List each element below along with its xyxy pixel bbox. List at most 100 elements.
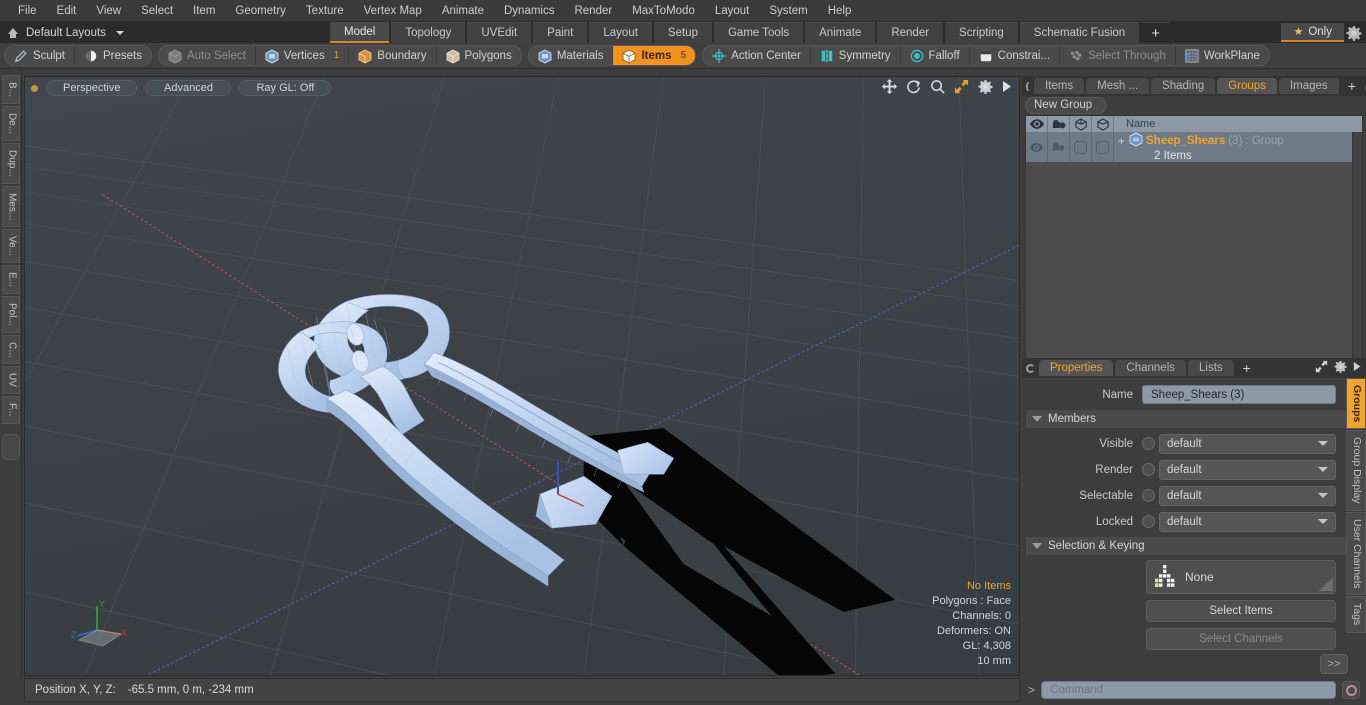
tab-images[interactable]: Images: [1278, 78, 1339, 94]
menu-item-view[interactable]: View: [86, 3, 131, 19]
layout-tab-scripting[interactable]: Scripting: [945, 22, 1018, 43]
tab-items[interactable]: Items: [1034, 78, 1085, 94]
left-tab-6[interactable]: Pol...: [1, 296, 20, 333]
left-tab-5[interactable]: E...: [1, 265, 20, 295]
chevron-down-icon[interactable]: [1032, 416, 1042, 422]
menu-item-select[interactable]: Select: [131, 3, 183, 19]
tab-mesh[interactable]: Mesh ...: [1086, 78, 1150, 94]
add-layout-tab-button[interactable]: +: [1141, 22, 1170, 43]
toolbar-button-sculpt[interactable]: Sculpt: [5, 46, 75, 65]
menu-item-layout[interactable]: Layout: [705, 3, 760, 19]
viewport-3d[interactable]: Perspective Advanced Ray GL: Off No Item…: [24, 76, 1020, 676]
name-field[interactable]: Sheep_Shears (3): [1142, 385, 1336, 404]
render-icon[interactable]: [1048, 116, 1070, 132]
layout-tab-render[interactable]: Render: [877, 22, 944, 43]
chevron-down-icon[interactable]: [1318, 519, 1328, 524]
member-toggle-render[interactable]: [1142, 463, 1155, 476]
left-tab-4[interactable]: Ve...: [1, 229, 20, 264]
toolbar-button-symmetry[interactable]: Symmetry: [811, 46, 901, 65]
chevron-down-icon[interactable]: [1318, 441, 1328, 446]
layout-tab-topology[interactable]: Topology: [391, 22, 466, 43]
new-group-button[interactable]: New Group: [1025, 97, 1108, 114]
arrow-right-icon[interactable]: [1353, 361, 1362, 375]
command-input[interactable]: [1041, 681, 1336, 699]
layout-tab-model[interactable]: Model: [330, 22, 390, 43]
gear-icon[interactable]: [1334, 360, 1347, 376]
menu-item-maxtomodo[interactable]: MaxToModo: [622, 3, 705, 19]
layout-selector[interactable]: Default Layouts: [0, 22, 330, 43]
chevron-down-icon[interactable]: [1032, 543, 1042, 549]
wire-icon[interactable]: [1070, 116, 1092, 132]
list-empty-area[interactable]: [1026, 162, 1352, 364]
left-tab-0[interactable]: B...: [1, 75, 20, 105]
left-tab-9[interactable]: F...: [1, 396, 20, 424]
left-tab-2[interactable]: Dup...: [1, 143, 20, 184]
menu-item-file[interactable]: File: [8, 3, 47, 19]
shade-icon[interactable]: [1092, 116, 1114, 132]
arrow-right-icon[interactable]: [1002, 80, 1013, 96]
row-render-toggle[interactable]: [1048, 132, 1070, 162]
left-strip-extra-button[interactable]: [1, 433, 20, 460]
viewport-projection-button[interactable]: Perspective: [46, 80, 138, 96]
add-properties-tab-button[interactable]: +: [1236, 360, 1258, 376]
viewport-shading-button[interactable]: Advanced: [145, 80, 232, 96]
expand-up-icon[interactable]: [6, 26, 20, 40]
member-toggle-selectable[interactable]: [1142, 489, 1155, 502]
side-tab-user-channels[interactable]: User Channels: [1346, 511, 1366, 596]
gear-icon[interactable]: [1346, 25, 1362, 41]
chevron-down-icon[interactable]: [115, 30, 124, 35]
member-dropdown-visible[interactable]: default: [1159, 433, 1336, 454]
menu-item-geometry[interactable]: Geometry: [225, 3, 296, 19]
menu-item-help[interactable]: Help: [818, 3, 862, 19]
only-toggle-button[interactable]: ★ Only: [1281, 23, 1344, 42]
menu-item-system[interactable]: System: [759, 3, 817, 19]
zoom-icon[interactable]: [930, 79, 945, 97]
toolbar-button-presets[interactable]: Presets: [75, 46, 151, 65]
menu-item-item[interactable]: Item: [183, 3, 225, 19]
chevron-down-icon[interactable]: [1318, 493, 1328, 498]
tab-shading[interactable]: Shading: [1151, 78, 1216, 94]
row-shade-toggle[interactable]: [1092, 132, 1114, 162]
tab-channels[interactable]: Channels: [1115, 360, 1187, 376]
menu-item-render[interactable]: Render: [564, 3, 622, 19]
viewport-canvas[interactable]: [25, 77, 1019, 676]
gear-icon[interactable]: [978, 79, 993, 97]
eye-icon[interactable]: [1026, 116, 1048, 132]
left-tab-8[interactable]: UV: [1, 366, 20, 395]
toolbar-button-action-center[interactable]: Action Center: [703, 46, 811, 65]
member-dropdown-locked[interactable]: default: [1159, 511, 1336, 532]
groups-list[interactable]: Name + Sheep_Shears (3): Group 2 Items: [1025, 115, 1363, 365]
member-toggle-visible[interactable]: [1142, 437, 1155, 450]
maximize-icon[interactable]: [1315, 360, 1328, 376]
layout-tab-schematic-fusion[interactable]: Schematic Fusion: [1019, 22, 1140, 43]
select-items-button[interactable]: Select Items: [1146, 600, 1336, 622]
toolbar-button-materials[interactable]: Materials: [529, 46, 614, 65]
expand-button[interactable]: >>: [1320, 654, 1348, 674]
layout-tab-game-tools[interactable]: Game Tools: [713, 22, 804, 43]
list-scrollbar[interactable]: [1352, 132, 1362, 364]
toolbar-button-vertices[interactable]: Vertices 1: [256, 46, 350, 65]
fit-icon[interactable]: [954, 79, 969, 97]
toolbar-button-items[interactable]: Items 5: [613, 46, 696, 65]
toolbar-button-boundary[interactable]: Boundary: [349, 46, 437, 65]
layout-tab-paint[interactable]: Paint: [533, 22, 588, 43]
left-tab-7[interactable]: C...: [1, 334, 20, 365]
rotate-icon[interactable]: [906, 79, 921, 97]
row-wire-toggle[interactable]: [1070, 132, 1092, 162]
panel-menu-icon[interactable]: [1026, 363, 1035, 373]
menu-item-vertex-map[interactable]: Vertex Map: [354, 3, 432, 19]
selection-set-field[interactable]: None: [1146, 560, 1336, 594]
member-toggle-locked[interactable]: [1142, 515, 1155, 528]
panel-menu-icon[interactable]: [1026, 81, 1030, 91]
record-icon[interactable]: [1342, 681, 1360, 699]
layout-tab-layout[interactable]: Layout: [589, 22, 652, 43]
tab-properties[interactable]: Properties: [1039, 360, 1114, 376]
member-dropdown-selectable[interactable]: default: [1159, 485, 1336, 506]
add-panel-tab-button[interactable]: +: [1341, 78, 1363, 94]
layout-tab-uvedit[interactable]: UVEdit: [467, 22, 532, 43]
layout-tab-setup[interactable]: Setup: [653, 22, 712, 43]
viewport-raygl-button[interactable]: Ray GL: Off: [239, 80, 332, 96]
row-eye-toggle[interactable]: [1026, 132, 1048, 162]
side-tab-groups[interactable]: Groups: [1346, 378, 1366, 430]
side-tab-tags[interactable]: Tags: [1346, 596, 1366, 633]
